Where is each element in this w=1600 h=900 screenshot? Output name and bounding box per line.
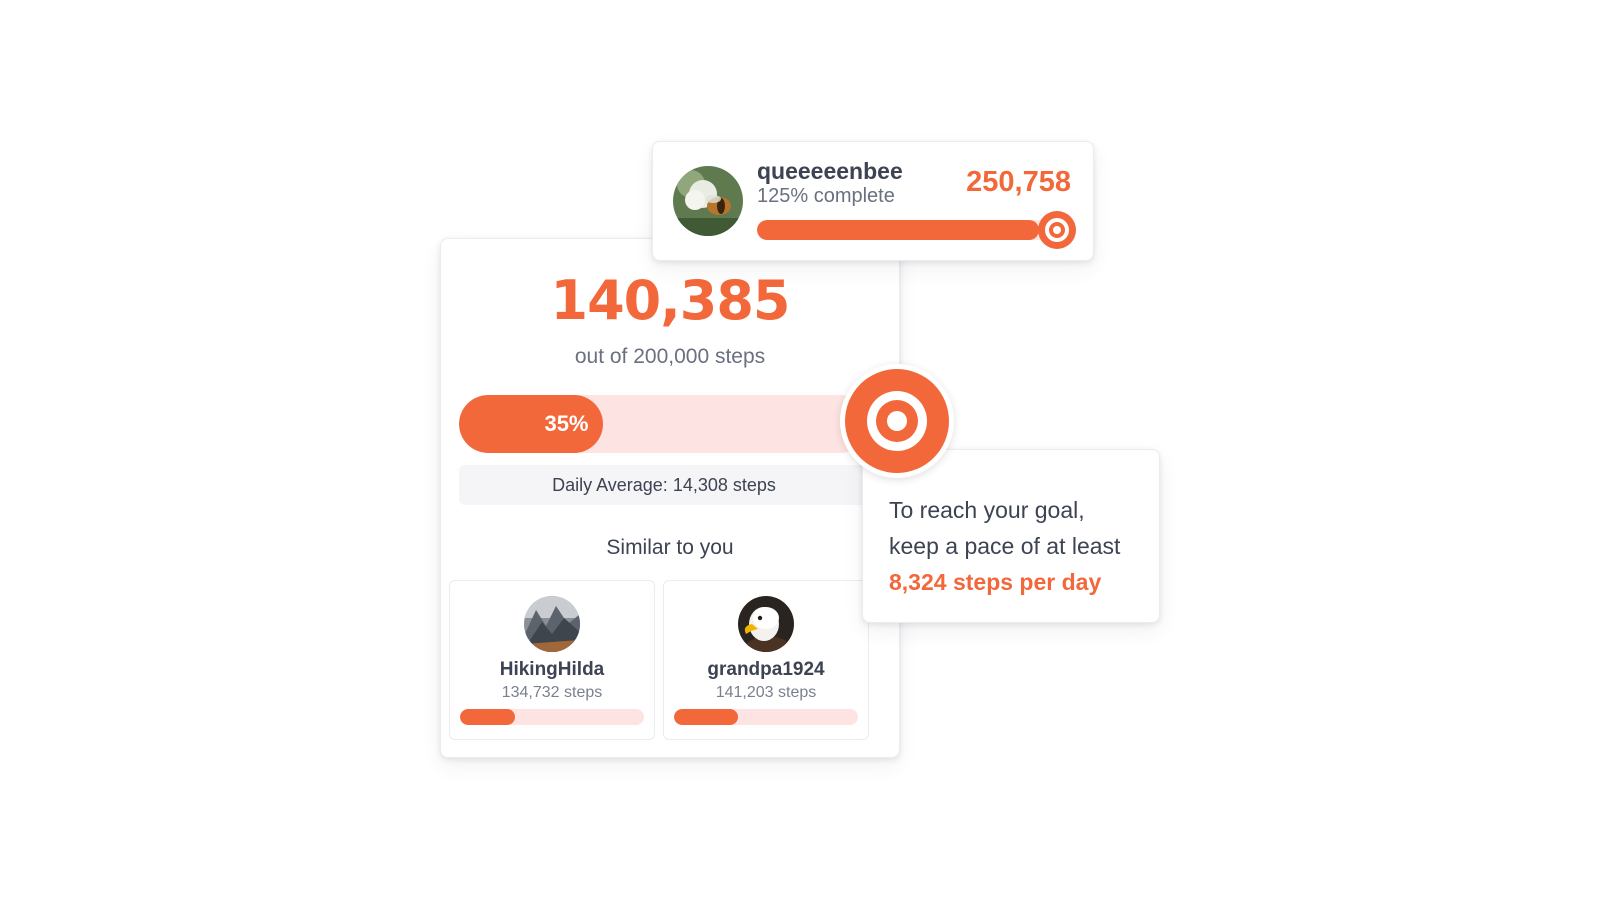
mountain-avatar bbox=[524, 596, 580, 652]
similar-user-steps: 134,732 steps bbox=[501, 684, 603, 701]
similar-user-progress-fill bbox=[674, 709, 739, 725]
target-icon bbox=[840, 364, 954, 478]
similar-user-steps: 141,203 steps bbox=[715, 684, 817, 701]
featured-user-completion: 125% complete bbox=[757, 185, 895, 207]
featured-user-card[interactable]: queeeeenbee 125% complete 250,758 bbox=[652, 141, 1094, 261]
similar-user-card[interactable]: HikingHilda 134,732 steps bbox=[449, 580, 655, 740]
pace-line-1: To reach your goal, bbox=[889, 497, 1085, 523]
featured-user-progress-fill bbox=[757, 220, 1039, 240]
step-summary-card: 140,385 out of 200,000 steps 35% Daily A… bbox=[440, 238, 900, 758]
featured-user-steps: 250,758 bbox=[966, 166, 1071, 198]
pace-message: To reach your goal, keep a pace of at le… bbox=[889, 492, 1120, 600]
similar-user-progress-bar bbox=[674, 709, 858, 725]
bee-on-flower-avatar bbox=[673, 166, 743, 236]
goal-text: out of 200,000 steps bbox=[574, 345, 766, 368]
target-icon bbox=[1038, 211, 1076, 249]
total-steps: 140,385 bbox=[550, 269, 791, 332]
similar-user-name: grandpa1924 bbox=[707, 659, 825, 680]
similar-user-progress-bar bbox=[460, 709, 644, 725]
similar-section-title: Similar to you bbox=[606, 536, 734, 559]
similar-user-card[interactable]: grandpa1924 141,203 steps bbox=[663, 580, 869, 740]
pace-line-2: keep a pace of at least bbox=[889, 533, 1121, 559]
featured-user-name: queeeeenbee bbox=[757, 158, 903, 184]
similar-user-name: HikingHilda bbox=[499, 659, 605, 680]
featured-user-progress-bar bbox=[757, 220, 1057, 240]
eagle-avatar bbox=[738, 596, 794, 652]
similar-user-progress-fill bbox=[460, 709, 516, 725]
goal-progress-bar: 35% bbox=[459, 395, 869, 453]
pace-target: 8,324 steps per day bbox=[889, 569, 1102, 595]
goal-progress-percent: 35% bbox=[544, 411, 589, 436]
daily-average: Daily Average: 14,308 steps bbox=[459, 465, 869, 505]
goal-progress-fill: 35% bbox=[459, 395, 603, 453]
